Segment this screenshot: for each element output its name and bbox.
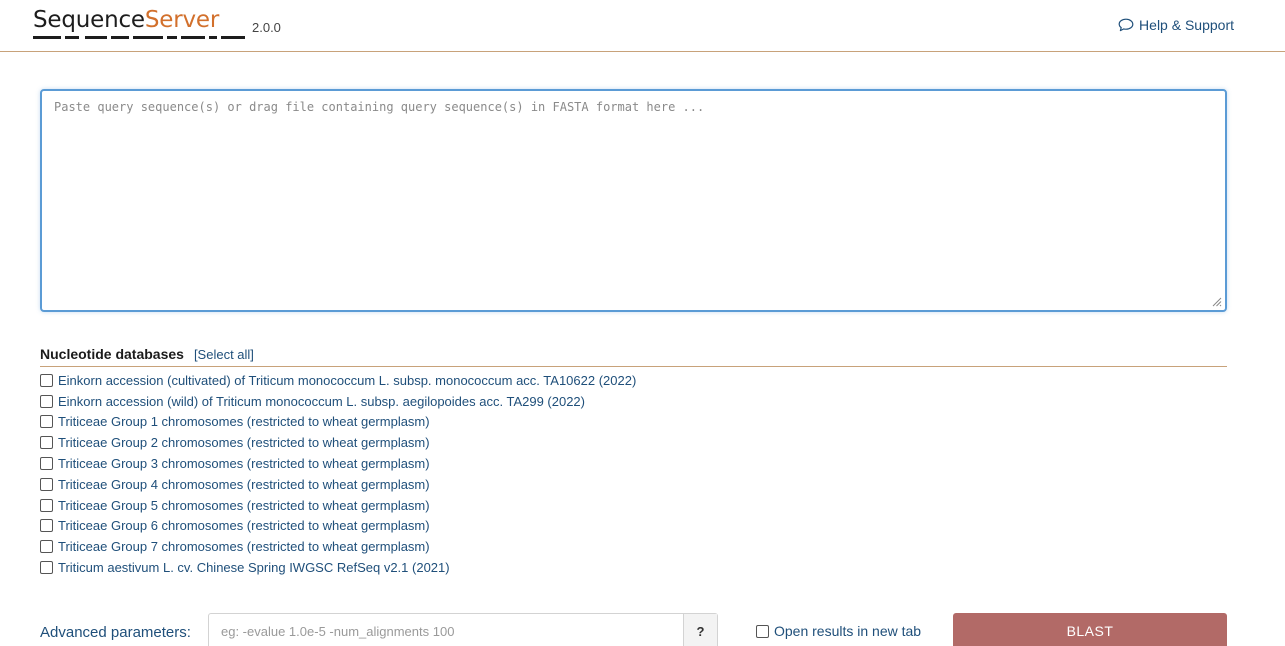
database-checkbox[interactable] [40,415,53,429]
database-label: Einkorn accession (cultivated) of Tritic… [58,372,637,388]
select-all-link[interactable]: [Select all] [194,347,254,362]
logo[interactable]: SequenceServer [33,4,245,44]
help-support-label: Help & Support [1139,17,1234,33]
database-label: Triticeae Group 4 chromosomes (restricte… [58,476,430,492]
database-section-header: Nucleotide databases [Select all] [40,346,1227,367]
database-item[interactable]: Triticeae Group 7 chromosomes (restricte… [40,536,636,557]
database-item[interactable]: Triticeae Group 4 chromosomes (restricte… [40,474,636,495]
database-label: Triticeae Group 5 chromosomes (restricte… [58,497,430,513]
resize-grip-icon[interactable] [1210,295,1222,307]
advanced-parameters-group: ? [208,613,718,646]
database-item[interactable]: Triticeae Group 3 chromosomes (restricte… [40,453,636,474]
logo-dashes [33,36,245,39]
database-checkbox[interactable] [40,519,53,533]
database-label: Triticeae Group 1 chromosomes (restricte… [58,414,430,430]
query-sequence-input[interactable] [42,91,1225,310]
database-item[interactable]: Triticum aestivum L. cv. Chinese Spring … [40,557,636,578]
database-item[interactable]: Triticeae Group 5 chromosomes (restricte… [40,495,636,516]
database-item[interactable]: Einkorn accession (wild) of Triticum mon… [40,391,636,412]
database-checkbox[interactable] [40,457,53,471]
header: SequenceServer 2.0.0 Help & Support [0,0,1285,52]
database-checkbox[interactable] [40,394,53,408]
database-checkbox[interactable] [40,436,53,450]
database-item[interactable]: Triticeae Group 1 chromosomes (restricte… [40,412,636,433]
database-label: Einkorn accession (wild) of Triticum mon… [58,393,585,409]
advanced-parameters-input[interactable] [209,614,683,646]
database-checkbox[interactable] [40,561,53,575]
open-in-new-tab-label: Open results in new tab [774,623,922,639]
database-checkbox[interactable] [40,373,53,387]
database-item[interactable]: Triticeae Group 6 chromosomes (restricte… [40,516,636,537]
logo-server: Server [144,7,220,33]
logo-text: SequenceServer [33,4,219,36]
version-label: 2.0.0 [252,20,281,35]
database-label: Triticeae Group 7 chromosomes (restricte… [58,539,430,555]
database-checkbox[interactable] [40,498,53,512]
database-label: Triticum aestivum L. cv. Chinese Spring … [58,560,450,576]
database-label: Triticeae Group 3 chromosomes (restricte… [58,456,430,472]
blast-button[interactable]: BLAST [953,613,1227,646]
logo-sequence: Sequence [33,7,145,33]
database-list: Einkorn accession (cultivated) of Tritic… [40,370,636,578]
database-label: Triticeae Group 2 chromosomes (restricte… [58,435,430,451]
advanced-help-button[interactable]: ? [683,614,717,646]
database-checkbox[interactable] [40,540,53,554]
database-item[interactable]: Einkorn accession (cultivated) of Tritic… [40,370,636,391]
database-item[interactable]: Triticeae Group 2 chromosomes (restricte… [40,432,636,453]
database-checkbox[interactable] [40,477,53,491]
database-section-title: Nucleotide databases [40,346,184,362]
open-in-new-tab-checkbox[interactable] [756,624,769,638]
advanced-parameters-label: Advanced parameters: [40,624,191,641]
query-sequence-box [40,89,1227,312]
help-support-link[interactable]: Help & Support [1118,17,1234,33]
database-label: Triticeae Group 6 chromosomes (restricte… [58,518,430,534]
open-in-new-tab-option[interactable]: Open results in new tab [756,623,921,639]
speech-bubble-icon [1118,18,1134,32]
